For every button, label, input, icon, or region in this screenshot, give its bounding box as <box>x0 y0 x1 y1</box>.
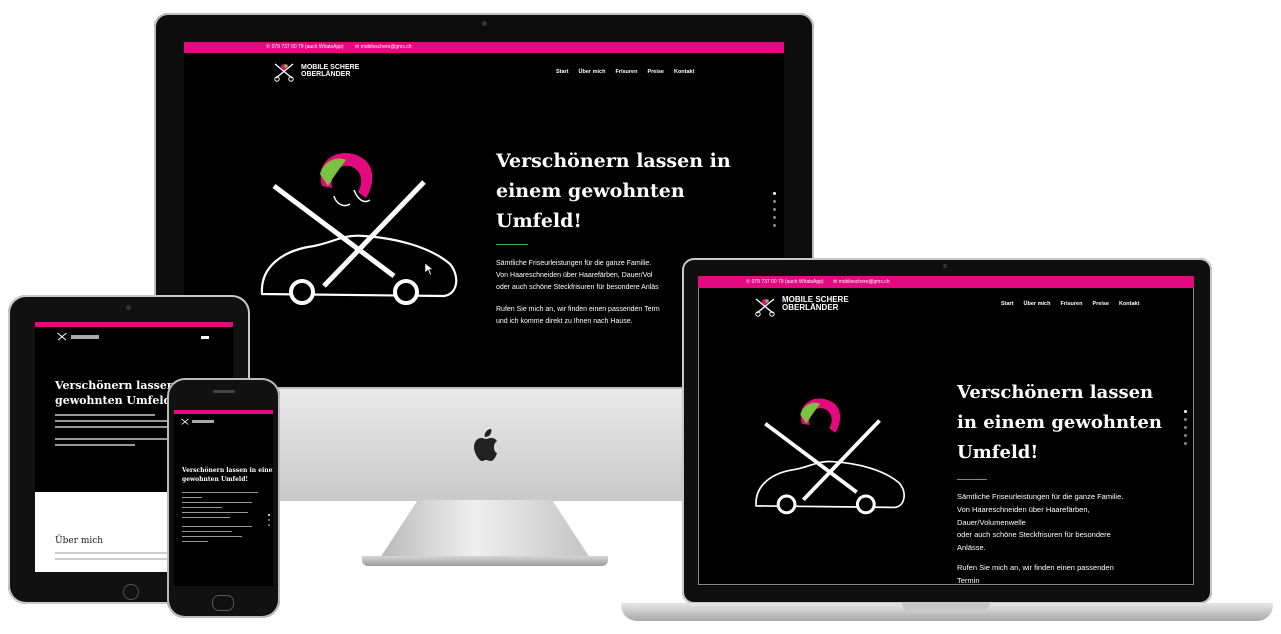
macbook-camera <box>943 264 947 268</box>
nav-preise[interactable]: Preise <box>1092 301 1109 307</box>
hero-title-line3: Umfeld! <box>496 210 582 232</box>
macbook-website-screen: ✆ 079 737 00 79 (auch WhatsApp) ✉ mobile… <box>698 276 1194 586</box>
call-line: und ich komme direkt zu Ihnen nach Hause… <box>496 318 633 325</box>
hero-title-line2: einem gewohnten <box>496 180 685 202</box>
hero-title-line1: Verschönern lassen in einem <box>182 467 273 474</box>
about-heading: Über mich <box>55 536 104 546</box>
logo-text-placeholder <box>71 335 99 339</box>
imac-foot <box>362 556 608 566</box>
hero-call-text: Rufen Sie mich an, wir finden einen pass… <box>496 304 660 328</box>
imac-camera <box>482 21 487 26</box>
intro-line: Anlässe. <box>957 543 986 553</box>
logo-line2: OBERLÄNDER <box>782 303 839 313</box>
menu-icon[interactable] <box>201 336 209 339</box>
hero-title-line2: gewohnten Umfeld! <box>182 476 249 483</box>
intro-line: Dauer/Volumenwelle <box>957 517 1026 527</box>
nav-frisuren[interactable]: Frisuren <box>1060 301 1082 307</box>
hero-intro-text: Sämtliche Friseurleistungen für die ganz… <box>496 258 659 294</box>
scissors-logo-icon[interactable] <box>272 62 296 82</box>
logo-text-placeholder <box>192 420 214 423</box>
hero-call-text: Rufen Sie mich an, wir finden einen pass… <box>957 562 1114 586</box>
nav-ueber-mich[interactable]: Über mich <box>579 69 606 75</box>
tablet-camera <box>126 305 131 310</box>
scissors-logo-icon[interactable] <box>180 418 190 426</box>
section-dot-nav[interactable] <box>1184 410 1187 450</box>
nav-frisuren[interactable]: Frisuren <box>615 69 637 75</box>
phone-website-screen: Verschönern lassen in einem gewohnten Um… <box>174 410 273 586</box>
logo-line2: OBERLÄNDER <box>301 71 351 79</box>
nav-start[interactable]: Start <box>1001 301 1014 307</box>
hero-intro-text: Sämtliche Friseurleistungen für die ganz… <box>957 491 1123 555</box>
intro-line: Von Haareschneiden über Haarefärben, Dau… <box>496 272 653 279</box>
imac-stand <box>380 500 590 558</box>
hero-scissors-car-illustration <box>755 398 905 515</box>
phone-number[interactable]: 079 737 00 79 (auch WhatsApp) <box>272 44 344 50</box>
top-contact-bar <box>35 322 233 327</box>
hero-scissors-car-illustration <box>260 153 458 305</box>
mouse-cursor-icon <box>424 262 434 276</box>
top-contact-bar: ✆ 079 737 00 79 (auch WhatsApp) ✉ mobile… <box>698 276 1194 288</box>
intro-line: oder auch schöne Steckfrisuren für beson… <box>496 284 659 291</box>
phone-home-button[interactable] <box>212 595 234 611</box>
nav-preise[interactable]: Preise <box>647 69 664 75</box>
section-dot-nav[interactable] <box>773 192 776 232</box>
apple-logo-icon <box>474 429 497 461</box>
top-contact-bar: ✆ 079 737 00 79 (auch WhatsApp) ✉ mobile… <box>184 42 784 53</box>
nav-kontakt[interactable]: Kontakt <box>1119 301 1139 307</box>
hero-title-line3: Umfeld! <box>957 442 1039 463</box>
hero-title-line1: Verschönern lassen in <box>496 150 731 172</box>
tablet-home-button[interactable] <box>123 584 139 600</box>
email-link[interactable]: mobileschere@gmx.ch <box>839 279 890 285</box>
hero-divider <box>496 244 528 245</box>
hero-title: Verschönern lassen in einem gewohnten Um… <box>496 146 731 236</box>
hero-title: Verschönern lassen in einem gewohnten Um… <box>957 378 1162 468</box>
logo-text[interactable]: MOBILE SCHERE OBERLÄNDER <box>782 295 849 313</box>
section-dot-nav[interactable] <box>268 514 270 529</box>
logo-text[interactable]: MOBILE SCHERE OBERLÄNDER <box>301 64 359 79</box>
hero-title-line1: Verschönern lassen <box>957 382 1154 403</box>
hero-title: Verschönern lassen in einem gewohnten Um… <box>182 466 273 484</box>
intro-line: Sämtliche Friseurleistungen für die ganz… <box>957 492 1124 501</box>
main-nav: Start Über mich Frisuren Preise Kontakt <box>1001 301 1149 307</box>
call-line: Rufen Sie mich an, wir finden einen pass… <box>957 563 1114 572</box>
call-line: Rufen Sie mich an, wir finden einen pass… <box>496 306 660 313</box>
intro-line: oder auch schöne Steckfrisuren für beson… <box>957 530 1111 540</box>
hero-title-line2: in einem gewohnten <box>957 412 1162 433</box>
main-nav: Start Über mich Frisuren Preise Kontakt <box>556 69 704 75</box>
phone-speaker <box>213 390 235 393</box>
scissors-logo-icon[interactable] <box>752 297 778 317</box>
call-line: Termin <box>957 575 980 585</box>
nav-ueber-mich[interactable]: Über mich <box>1024 301 1051 307</box>
intro-line: Von Haareschneiden über Haarefärben, <box>957 504 1090 514</box>
nav-kontakt[interactable]: Kontakt <box>674 69 694 75</box>
hero-text-lines <box>182 492 264 542</box>
scissors-logo-icon[interactable] <box>56 332 68 342</box>
top-contact-bar <box>174 410 273 414</box>
macbook-notch <box>902 603 990 610</box>
phone-number[interactable]: 079 737 00 79 (auch WhatsApp) <box>752 279 824 285</box>
nav-start[interactable]: Start <box>556 69 569 75</box>
hero-divider <box>957 479 987 480</box>
email-link[interactable]: mobileschere@gmx.ch <box>361 44 412 50</box>
intro-line: Sämtliche Friseurleistungen für die ganz… <box>496 260 652 267</box>
